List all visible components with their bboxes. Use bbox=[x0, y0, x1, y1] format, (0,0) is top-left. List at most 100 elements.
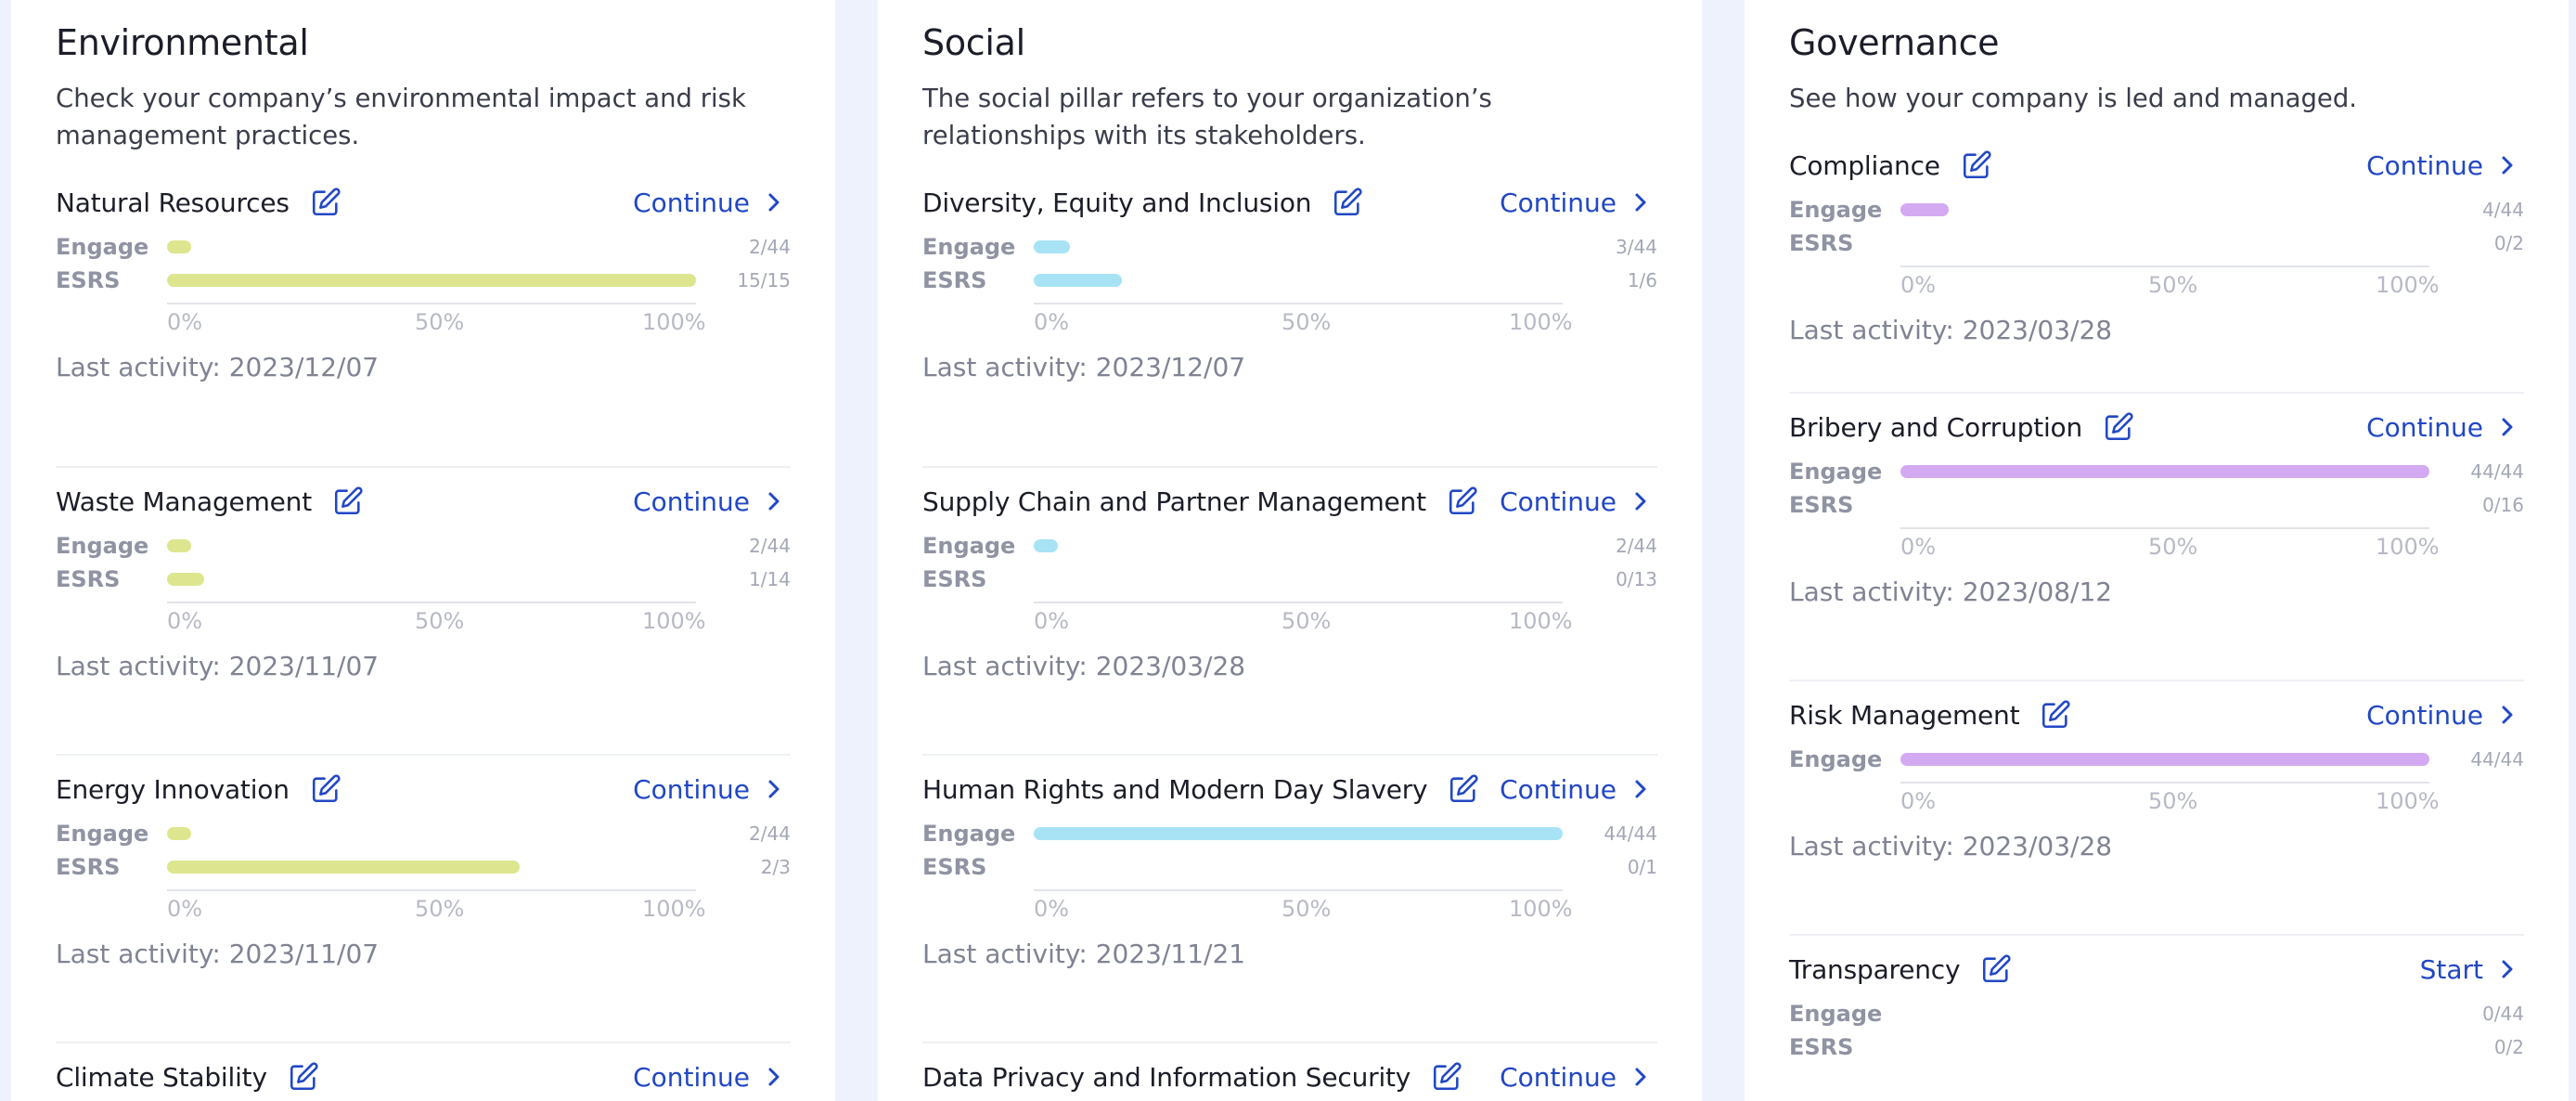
section-climate-stability: Climate Stability Continue bbox=[56, 1043, 791, 1101]
esrs-bar bbox=[167, 861, 521, 874]
chevron-right-icon bbox=[1633, 490, 1648, 512]
engage-progress: Engage 2/44 bbox=[56, 821, 791, 847]
section-waste-management: Waste Management Continue Engage 2/44 ES… bbox=[56, 468, 791, 756]
edit-icon[interactable] bbox=[1332, 187, 1363, 218]
progress-axis: 0% 50% 100% bbox=[922, 297, 1657, 345]
section-natural-resources: Natural Resources Continue Engage 2/44 E… bbox=[56, 180, 791, 468]
section-title: Energy Innovation bbox=[56, 773, 290, 805]
section-title: Bribery and Corruption bbox=[1789, 411, 2083, 443]
esrs-progress: ESRS 1/6 bbox=[922, 267, 1657, 293]
last-activity: Last activity: 2023/11/21 bbox=[922, 939, 1246, 969]
progress-axis: 0% 50% 100% bbox=[1789, 776, 2524, 824]
progress-axis: 0% 50% 100% bbox=[56, 297, 791, 345]
start-button[interactable]: Start bbox=[2420, 954, 2515, 985]
last-activity: Last activity: 2023/12/07 bbox=[922, 352, 1246, 382]
continue-button[interactable]: Continue bbox=[1500, 1062, 1648, 1093]
progress-axis: 0% 50% 100% bbox=[922, 596, 1657, 644]
edit-icon[interactable] bbox=[332, 486, 364, 517]
section-bribery-corruption: Bribery and Corruption Continue Engage 4… bbox=[1789, 394, 2524, 681]
chevron-right-icon bbox=[1633, 191, 1648, 214]
engage-progress: Engage 2/44 bbox=[56, 533, 791, 559]
engage-progress: Engage 44/44 bbox=[922, 821, 1657, 847]
column-title: Governance bbox=[1789, 22, 2000, 63]
esrs-progress: ESRS 0/16 bbox=[1789, 492, 2524, 518]
edit-icon[interactable] bbox=[2103, 411, 2134, 443]
edit-icon[interactable] bbox=[1431, 1061, 1462, 1093]
section-title: Natural Resources bbox=[56, 187, 290, 218]
progress-axis: 0% 50% 100% bbox=[1789, 260, 2524, 308]
section-energy-innovation: Energy Innovation Continue Engage 2/44 E… bbox=[56, 756, 791, 1043]
last-activity: Last activity: 2023/03/28 bbox=[1789, 831, 2113, 861]
section-title: Human Rights and Modern Day Slavery bbox=[922, 773, 1428, 805]
chevron-right-icon bbox=[1633, 1066, 1648, 1088]
section-title: Transparency bbox=[1789, 953, 1961, 985]
continue-button[interactable]: Continue bbox=[1500, 486, 1648, 517]
esrs-progress: ESRS 2/3 bbox=[56, 854, 791, 880]
governance-column: Governance See how your company is led a… bbox=[1745, 0, 2569, 1101]
esrs-progress: ESRS 1/14 bbox=[56, 566, 791, 592]
section-title: Risk Management bbox=[1789, 699, 2020, 731]
last-activity: Last activity: 2023/08/12 bbox=[1789, 576, 2113, 607]
chevron-right-icon bbox=[766, 191, 781, 214]
edit-icon[interactable] bbox=[310, 773, 341, 805]
chevron-right-icon bbox=[2500, 704, 2515, 726]
edit-icon[interactable] bbox=[2040, 699, 2071, 731]
social-column: Social The social pillar refers to your … bbox=[878, 0, 1702, 1101]
last-activity: Last activity: 2023/03/28 bbox=[922, 651, 1246, 681]
engage-bar bbox=[1034, 539, 1058, 552]
last-activity: Last activity: 2023/11/07 bbox=[56, 651, 380, 681]
continue-button[interactable]: Continue bbox=[633, 1062, 781, 1093]
esrs-progress: ESRS 0/13 bbox=[922, 566, 1657, 592]
continue-button[interactable]: Continue bbox=[2366, 150, 2515, 181]
section-transparency: Transparency Start Engage 0/44 ESRS 0/2 bbox=[1789, 936, 2524, 1066]
engage-bar bbox=[1900, 203, 1949, 216]
esrs-bar bbox=[167, 573, 205, 586]
continue-button[interactable]: Continue bbox=[1500, 774, 1648, 805]
esrs-progress: ESRS 15/15 bbox=[56, 267, 791, 293]
continue-button[interactable]: Continue bbox=[633, 486, 781, 517]
engage-progress: Engage 3/44 bbox=[922, 234, 1657, 260]
engage-progress: Engage 2/44 bbox=[922, 533, 1657, 559]
chevron-right-icon bbox=[1633, 778, 1648, 800]
continue-button[interactable]: Continue bbox=[1500, 188, 1648, 218]
column-description: See how your company is led and managed. bbox=[1789, 84, 2358, 113]
esrs-progress: ESRS 0/2 bbox=[1789, 230, 2524, 256]
engage-progress: Engage 0/44 bbox=[1789, 1001, 2524, 1027]
engage-progress: Engage 2/44 bbox=[56, 234, 791, 260]
last-activity: Last activity: 2023/03/28 bbox=[1789, 315, 2113, 345]
engage-progress: Engage 44/44 bbox=[1789, 459, 2524, 485]
continue-button[interactable]: Continue bbox=[2366, 700, 2515, 731]
edit-icon[interactable] bbox=[1961, 149, 1992, 181]
section-risk-management: Risk Management Continue Engage 44/44 0%… bbox=[1789, 681, 2524, 936]
esrs-progress: ESRS 0/1 bbox=[922, 854, 1657, 880]
progress-axis: 0% 50% 100% bbox=[56, 884, 791, 932]
chevron-right-icon bbox=[766, 490, 781, 512]
last-activity: Last activity: 2023/11/07 bbox=[56, 939, 380, 969]
engage-bar bbox=[1900, 465, 2429, 478]
section-title: Diversity, Equity and Inclusion bbox=[922, 187, 1312, 218]
column-title: Environmental bbox=[56, 22, 309, 63]
chevron-right-icon bbox=[2500, 154, 2515, 176]
edit-icon[interactable] bbox=[1448, 773, 1479, 805]
chevron-right-icon bbox=[766, 1066, 781, 1088]
column-title: Social bbox=[922, 22, 1025, 63]
section-title: Climate Stability bbox=[56, 1061, 267, 1093]
edit-icon[interactable] bbox=[1447, 486, 1478, 517]
chevron-right-icon bbox=[2500, 958, 2515, 980]
progress-axis: 0% 50% 100% bbox=[56, 596, 791, 644]
engage-bar bbox=[1034, 240, 1070, 253]
esrs-progress: ESRS 0/2 bbox=[1789, 1034, 2524, 1060]
continue-button[interactable]: Continue bbox=[633, 774, 781, 805]
edit-icon[interactable] bbox=[1980, 953, 2012, 985]
section-compliance: Compliance Continue Engage 4/44 ESRS 0/2… bbox=[1789, 143, 2524, 394]
last-activity: Last activity: 2023/12/07 bbox=[56, 352, 380, 382]
engage-bar bbox=[167, 827, 191, 840]
environmental-column: Environmental Check your company’s envir… bbox=[11, 0, 835, 1101]
edit-icon[interactable] bbox=[310, 187, 341, 218]
engage-bar bbox=[167, 539, 191, 552]
section-human-rights: Human Rights and Modern Day Slavery Cont… bbox=[922, 756, 1657, 1043]
edit-icon[interactable] bbox=[288, 1061, 319, 1093]
section-title: Compliance bbox=[1789, 149, 1940, 181]
continue-button[interactable]: Continue bbox=[2366, 412, 2515, 443]
continue-button[interactable]: Continue bbox=[633, 188, 781, 218]
